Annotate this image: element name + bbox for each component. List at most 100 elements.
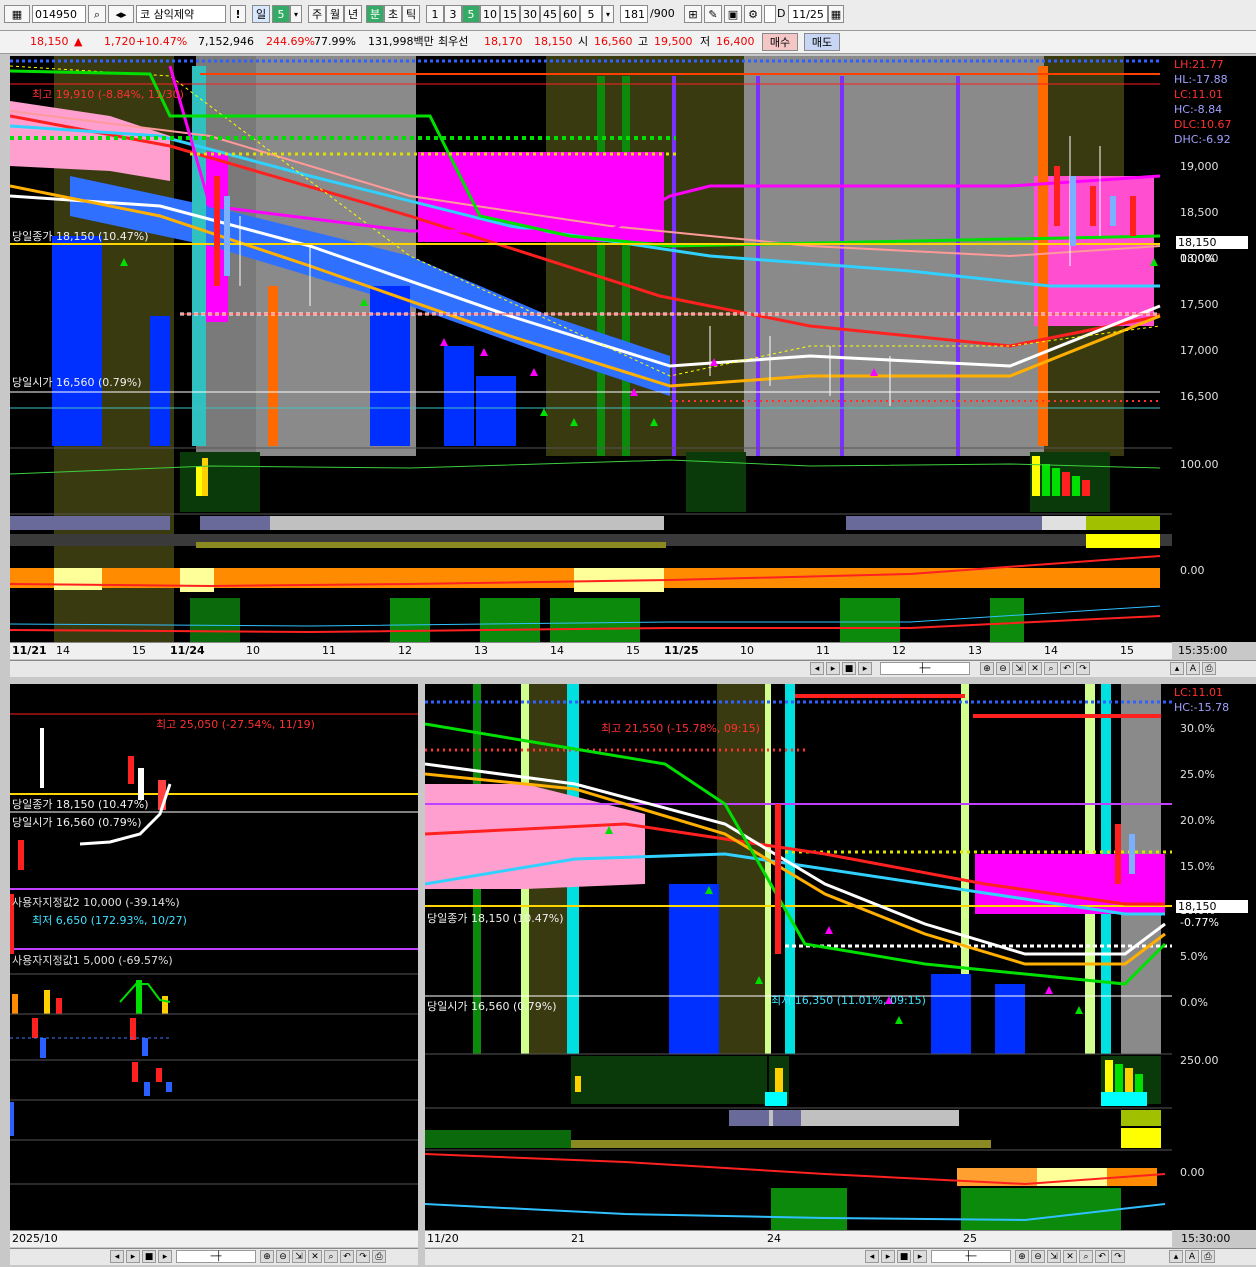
period-week-button[interactable]: 주: [308, 5, 326, 23]
undo-icon[interactable]: ↶: [1060, 662, 1074, 675]
scroll-left-icon[interactable]: ◂: [865, 1250, 879, 1263]
code-input[interactable]: 014950: [32, 5, 86, 23]
period-day-button[interactable]: 일: [252, 5, 270, 23]
period-month-button[interactable]: 월: [326, 5, 344, 23]
print-icon[interactable]: ⎙: [1202, 662, 1216, 675]
ask-price: 18,170: [484, 35, 523, 48]
chart-icon[interactable]: ▦: [4, 5, 30, 23]
low-note: 최저 16,350 (11.01%, 09:15): [771, 994, 926, 1007]
fit-icon[interactable]: ⇲: [1047, 1250, 1061, 1263]
date-checkbox[interactable]: [764, 5, 776, 23]
scroll-right-icon[interactable]: ▸: [858, 662, 872, 675]
settings-icon[interactable]: A: [1186, 662, 1200, 675]
draw-icon[interactable]: ✎: [704, 5, 722, 23]
print-icon[interactable]: ⎙: [1201, 1250, 1215, 1263]
zoom-in-icon[interactable]: ⊕: [260, 1250, 274, 1263]
play-icon[interactable]: ▸: [826, 662, 840, 675]
bottom-left-chart-panel[interactable]: 최고 25,050 (-27.54%, 11/19) 당일종가 18,150 (…: [10, 684, 418, 1230]
bottom-right-chart-panel[interactable]: 최고 21,550 (-15.78%, 09:15) 당일종가 18,150 (…: [425, 684, 1172, 1230]
sell-button[interactable]: 매도: [804, 33, 840, 51]
zoom-in-icon[interactable]: ⊕: [1015, 1250, 1029, 1263]
interval-30-button[interactable]: 30: [520, 5, 540, 23]
search-icon[interactable]: ⌕: [88, 5, 106, 23]
range-stat: LC:11.01: [1174, 686, 1224, 699]
zoom-slider[interactable]: ┼─: [931, 1250, 1011, 1263]
save-icon[interactable]: ▣: [724, 5, 742, 23]
period-day-count[interactable]: 5: [272, 5, 290, 23]
stock-name-field[interactable]: 코 삼익제약: [136, 5, 226, 23]
interval-10-button[interactable]: 10: [480, 5, 500, 23]
interval-15-button[interactable]: 15: [500, 5, 520, 23]
indicator-tick: 0.00: [1180, 1166, 1205, 1179]
calendar-icon[interactable]: ▦: [828, 5, 844, 23]
redo-icon[interactable]: ↷: [356, 1250, 370, 1263]
chevron-down-icon[interactable]: ▾: [290, 5, 302, 23]
buy-button[interactable]: 매수: [762, 33, 798, 51]
stop-icon[interactable]: ■: [897, 1250, 911, 1263]
zoom-slider[interactable]: ┼─: [880, 662, 970, 675]
indicator-icon[interactable]: ⊞: [684, 5, 702, 23]
crosshair-icon[interactable]: ✕: [1028, 662, 1042, 675]
up-icon[interactable]: ▴: [1170, 662, 1184, 675]
interval-5-button[interactable]: 5: [462, 5, 480, 23]
zoom-slider[interactable]: ─┼: [176, 1250, 256, 1263]
scroll-right-icon[interactable]: ▸: [913, 1250, 927, 1263]
scroll-left-icon[interactable]: ◂: [110, 1250, 124, 1263]
zoom-out-icon[interactable]: ⊖: [996, 662, 1010, 675]
gear-icon[interactable]: ⚙: [744, 5, 762, 23]
date-field[interactable]: 11/25: [788, 5, 828, 23]
high-price: 19,500: [654, 35, 693, 48]
prev-next-icon[interactable]: ◂▸: [108, 5, 134, 23]
time-tick: 15: [132, 644, 146, 657]
search-icon[interactable]: ⌕: [1079, 1250, 1093, 1263]
bottom-right-chart-svg: [425, 684, 1172, 1230]
alert-button[interactable]: !: [230, 5, 246, 23]
interval-custom-field[interactable]: 5: [580, 5, 602, 23]
period-minute-button[interactable]: 분: [366, 5, 384, 23]
interval-45-button[interactable]: 45: [540, 5, 560, 23]
crosshair-icon[interactable]: ✕: [308, 1250, 322, 1263]
up-icon[interactable]: ▴: [1169, 1250, 1183, 1263]
settings-icon[interactable]: A: [1185, 1250, 1199, 1263]
time-tick: 14: [550, 644, 564, 657]
play-icon[interactable]: ▸: [126, 1250, 140, 1263]
print-icon[interactable]: ⎙: [372, 1250, 386, 1263]
crosshair-icon[interactable]: ✕: [1063, 1250, 1077, 1263]
range-stat: LH:21.77: [1174, 58, 1224, 71]
low-note: 최저 6,650 (172.93%, 10/27): [32, 914, 187, 927]
best-label: 최우선: [438, 35, 469, 48]
period-year-button[interactable]: 년: [344, 5, 362, 23]
zoom-out-icon[interactable]: ⊖: [1031, 1250, 1045, 1263]
zoom-out-icon[interactable]: ⊖: [276, 1250, 290, 1263]
stop-icon[interactable]: ■: [142, 1250, 156, 1263]
zoom-in-icon[interactable]: ⊕: [980, 662, 994, 675]
chevron-down-icon[interactable]: ▾: [602, 5, 614, 23]
fit-icon[interactable]: ⇲: [292, 1250, 306, 1263]
play-icon[interactable]: ▸: [881, 1250, 895, 1263]
price-tick: 16,500: [1180, 390, 1219, 403]
interval-3-button[interactable]: 3: [444, 5, 462, 23]
price-change-pct: +10.47%: [136, 35, 188, 48]
time-tick: 14: [56, 644, 70, 657]
undo-icon[interactable]: ↶: [1095, 1250, 1109, 1263]
fit-icon[interactable]: ⇲: [1012, 662, 1026, 675]
redo-icon[interactable]: ↷: [1111, 1250, 1125, 1263]
scroll-left-icon[interactable]: ◂: [810, 662, 824, 675]
interval-1-button[interactable]: 1: [426, 5, 444, 23]
time-tick: 15: [1120, 644, 1134, 657]
scroll-right-icon[interactable]: ▸: [158, 1250, 172, 1263]
range-stat: HL:-17.88: [1174, 73, 1228, 86]
search-icon[interactable]: ⌕: [1044, 662, 1058, 675]
search-icon[interactable]: ⌕: [324, 1250, 338, 1263]
undo-icon[interactable]: ↶: [340, 1250, 354, 1263]
period-tick-button[interactable]: 틱: [402, 5, 420, 23]
count-field[interactable]: 181: [620, 5, 648, 23]
redo-icon[interactable]: ↷: [1076, 662, 1090, 675]
stop-icon[interactable]: ■: [842, 662, 856, 675]
period-second-button[interactable]: 초: [384, 5, 402, 23]
time-tick: 14: [1044, 644, 1058, 657]
top-chart-panel[interactable]: 최고 19,910 (-8.84%, 11/30) 당일종가 18,150 (1…: [10, 56, 1172, 642]
interval-60-button[interactable]: 60: [560, 5, 580, 23]
pct-tick: 0.0%: [1180, 996, 1208, 1009]
time-tick: 11: [816, 644, 830, 657]
